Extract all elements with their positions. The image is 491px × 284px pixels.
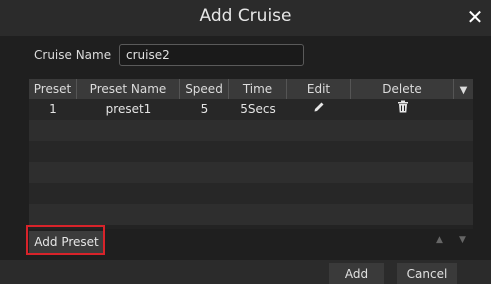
dialog-title: Add Cruise: [199, 6, 292, 26]
add-button[interactable]: Add: [329, 263, 384, 284]
trash-icon[interactable]: [397, 99, 409, 120]
cell-speed: 5: [200, 102, 209, 116]
table-row: [29, 183, 473, 204]
column-header-delete[interactable]: Delete: [351, 79, 454, 99]
table-body: 1 preset1 5 5Secs: [29, 99, 473, 225]
cell-preset-name: preset1: [105, 102, 152, 116]
close-icon[interactable]: ✕: [465, 6, 485, 28]
table-row: [29, 141, 473, 162]
preset-table: Preset Preset Name Speed Time Edit Delet…: [29, 79, 473, 229]
table-row: [29, 120, 473, 141]
cell-delete: [351, 99, 454, 120]
column-header-preset-name[interactable]: Preset Name: [77, 79, 180, 99]
column-header-time[interactable]: Time: [229, 79, 287, 99]
title-bar: Add Cruise ✕: [0, 0, 491, 36]
chevron-down-icon[interactable]: ▼: [454, 79, 473, 99]
add-cruise-dialog: Add Cruise ✕ Cruise Name Preset Preset N…: [0, 0, 491, 284]
table-row[interactable]: 1 preset1 5 5Secs: [29, 99, 473, 120]
arrow-up-icon[interactable]: ▲: [436, 235, 443, 245]
cell-edit: [287, 99, 351, 120]
table-header: Preset Preset Name Speed Time Edit Delet…: [29, 79, 473, 99]
cruise-name-label: Cruise Name: [34, 48, 112, 62]
table-row: [29, 204, 473, 225]
cancel-button[interactable]: Cancel: [397, 263, 457, 284]
arrow-down-icon[interactable]: ▼: [459, 235, 466, 245]
cell-time: 5Secs: [240, 102, 276, 116]
table-row: [29, 162, 473, 183]
column-header-edit[interactable]: Edit: [287, 79, 351, 99]
column-header-preset[interactable]: Preset: [29, 79, 77, 99]
pencil-icon[interactable]: [313, 99, 325, 120]
add-preset-button[interactable]: Add Preset: [29, 231, 104, 253]
column-header-speed[interactable]: Speed: [180, 79, 229, 99]
cruise-name-input[interactable]: [119, 44, 304, 66]
cell-preset: 1: [49, 102, 57, 116]
